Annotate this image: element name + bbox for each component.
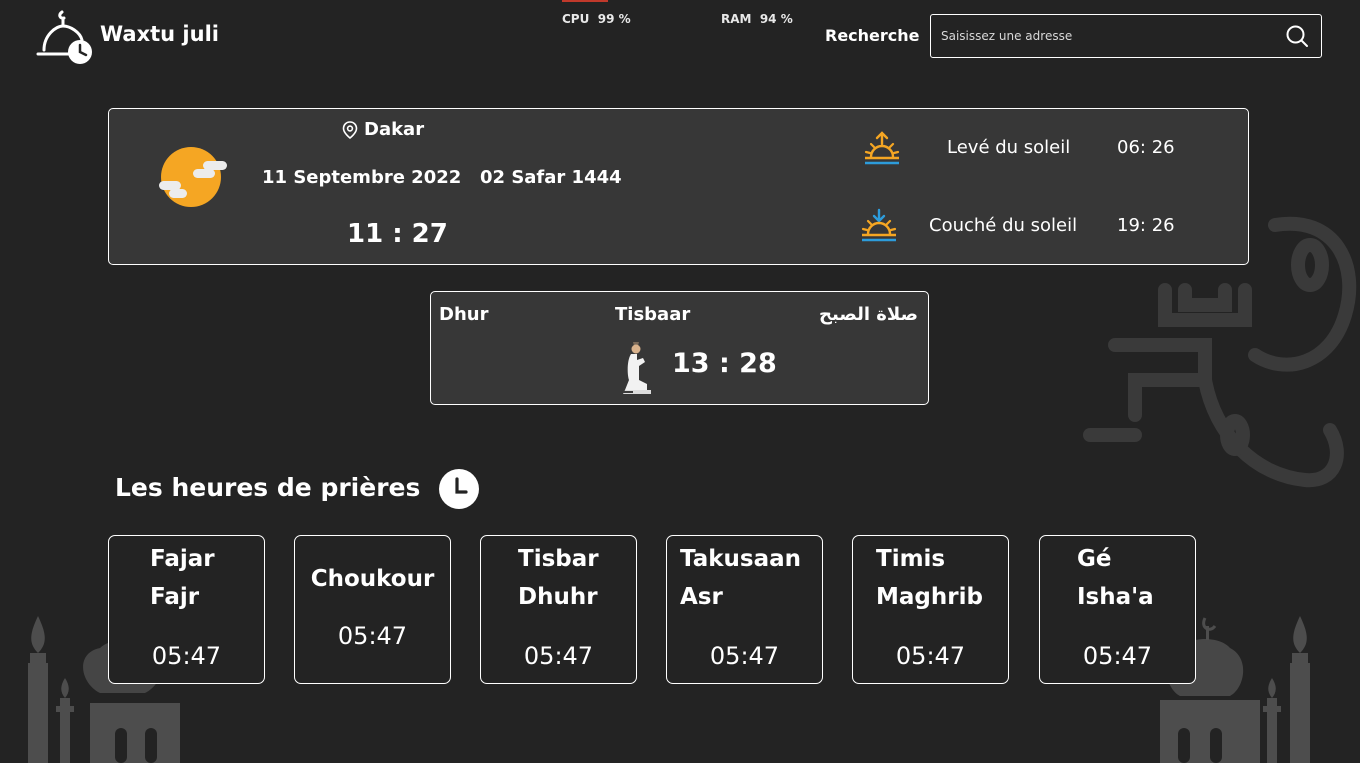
cpu-value: 99 %	[597, 12, 631, 26]
prayer-time: 05:47	[1082, 642, 1153, 670]
current-prayer-name-wolof: Dhur	[439, 304, 489, 325]
prayer-time: 05:47	[709, 642, 780, 670]
current-prayer-name-local: Tisbaar	[615, 304, 691, 325]
app-title: Waxtu juli	[100, 22, 219, 46]
current-prayer-card: Dhur Tisbaar صلاة الصبح 13 : 28	[430, 291, 929, 405]
prayer-name: Gé	[1077, 546, 1112, 572]
location: Dakar	[342, 119, 424, 140]
prayer-card-isha[interactable]: Gé Isha'a 05:47	[1039, 535, 1196, 684]
prayer-card-asr[interactable]: Takusaan Asr 05:47	[666, 535, 823, 684]
gregorian-date: 11 Septembre 2022	[262, 167, 462, 188]
current-prayer-name-arabic: صلاة الصبح	[819, 304, 918, 325]
cpu-label: CPU	[562, 12, 590, 26]
ram-label: RAM	[721, 12, 752, 26]
prayer-name: Tisbar	[518, 546, 599, 572]
clock-icon	[439, 469, 479, 509]
prayer-name: Choukour	[310, 566, 435, 592]
prayer-time: 05:47	[523, 642, 594, 670]
prayer-card-fajr[interactable]: Fajar Fajr 05:47	[108, 535, 265, 684]
mosque-clock-icon	[36, 10, 92, 64]
location-name: Dakar	[364, 119, 425, 140]
prayer-name-alt: Dhuhr	[518, 584, 598, 610]
current-prayer-time: 13 : 28	[672, 348, 777, 379]
prayer-name-alt: Fajr	[150, 584, 200, 610]
ram-value: 94 %	[759, 12, 793, 26]
sunset-icon	[861, 208, 897, 242]
prayer-time: 05:47	[895, 642, 966, 670]
prayer-name-alt: Asr	[680, 584, 723, 610]
cpu-meter: CPU 99 %	[562, 0, 631, 26]
prayer-name-alt: Maghrib	[876, 584, 983, 610]
prayer-card-choukour[interactable]: Choukour 05:47	[294, 535, 451, 684]
prayer-name: Fajar	[150, 546, 215, 572]
cpu-level-bar	[562, 0, 608, 2]
search-input[interactable]	[941, 25, 1271, 47]
prayer-times-title: Les heures de prières	[115, 473, 421, 502]
prayer-card-dhuhr[interactable]: Tisbar Dhuhr 05:47	[480, 535, 637, 684]
search-box[interactable]	[930, 14, 1322, 58]
prayer-time: 05:47	[337, 622, 408, 650]
current-time: 11 : 27	[347, 219, 448, 249]
sunrise-label: Levé du soleil	[947, 137, 1071, 158]
prayer-name: Timis	[876, 546, 946, 572]
prayer-time: 05:47	[151, 642, 222, 670]
prayer-name: Takusaan	[680, 546, 802, 572]
sunrise-time: 06: 26	[1117, 137, 1175, 158]
ram-meter: RAM 94 %	[721, 12, 793, 26]
search-label: Recherche	[825, 26, 920, 45]
prayer-card-maghrib[interactable]: Timis Maghrib 05:47	[852, 535, 1009, 684]
sun-cloud-icon	[159, 147, 227, 207]
search-icon[interactable]	[1285, 24, 1309, 48]
prayer-name-alt: Isha'a	[1077, 584, 1154, 610]
sunrise-icon	[864, 131, 900, 165]
sunset-label: Couché du soleil	[929, 215, 1078, 236]
sunset-time: 19: 26	[1117, 215, 1175, 236]
hijri-date: 02 Safar 1444	[480, 167, 622, 188]
weather-panel: Dakar 11 Septembre 2022 02 Safar 1444 11…	[108, 108, 1249, 265]
location-pin-icon	[342, 120, 358, 139]
praying-man-icon	[623, 342, 651, 394]
